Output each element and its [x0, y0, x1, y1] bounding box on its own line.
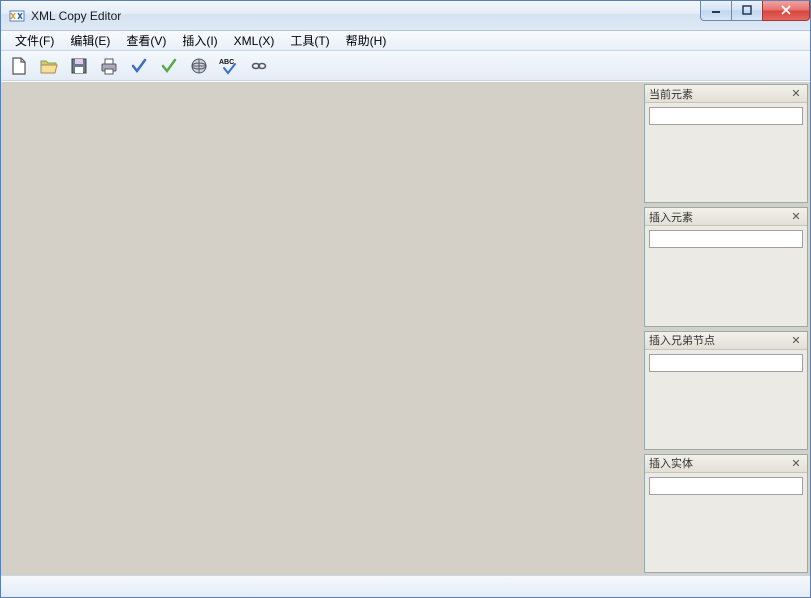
panel-close-button[interactable]: ✕	[789, 333, 803, 347]
print-icon	[99, 56, 119, 76]
app-icon	[9, 8, 25, 24]
insert-element-input[interactable]	[649, 230, 803, 248]
check-blue-icon	[129, 56, 149, 76]
menu-view[interactable]: 查看(V)	[118, 30, 174, 51]
insert-entity-input[interactable]	[649, 477, 803, 495]
side-panels: 当前元素 ✕ 插入元素 ✕ 插入兄弟节点 ✕	[642, 82, 810, 575]
maximize-icon	[742, 5, 752, 15]
minimize-icon	[711, 5, 721, 15]
panel-insert-entity: 插入实体 ✕	[644, 454, 808, 573]
window-controls	[701, 1, 810, 21]
validate-button[interactable]	[157, 54, 181, 78]
check-green-icon	[159, 56, 179, 76]
globe-icon	[189, 56, 209, 76]
panel-header-insert-entity[interactable]: 插入实体 ✕	[645, 455, 807, 473]
panel-close-button[interactable]: ✕	[789, 456, 803, 470]
panel-close-button[interactable]: ✕	[789, 87, 803, 101]
toolbar: ABC	[1, 51, 810, 81]
panel-title: 插入兄弟节点	[649, 332, 789, 348]
new-file-button[interactable]	[7, 54, 31, 78]
statusbar	[1, 575, 810, 597]
save-button[interactable]	[67, 54, 91, 78]
maximize-button[interactable]	[731, 1, 763, 21]
app-window: XML Copy Editor 文件(F) 编辑(E) 查看(V) 插入(I) …	[0, 0, 811, 598]
panel-insert-element: 插入元素 ✕	[644, 207, 808, 326]
print-button[interactable]	[97, 54, 121, 78]
spellcheck-icon: ABC	[218, 56, 240, 76]
menu-xml[interactable]: XML(X)	[226, 32, 283, 50]
panel-close-button[interactable]: ✕	[789, 210, 803, 224]
panel-body	[645, 226, 807, 325]
panel-header-insert-element[interactable]: 插入元素 ✕	[645, 208, 807, 226]
hyperlink-button[interactable]	[247, 54, 271, 78]
menu-file[interactable]: 文件(F)	[7, 30, 62, 51]
menu-insert[interactable]: 插入(I)	[174, 30, 225, 51]
save-icon	[69, 56, 89, 76]
svg-text:ABC: ABC	[219, 59, 234, 66]
link-icon	[249, 56, 269, 76]
menu-tools[interactable]: 工具(T)	[282, 30, 337, 51]
titlebar[interactable]: XML Copy Editor	[1, 1, 810, 31]
panel-body	[645, 473, 807, 572]
open-folder-icon	[39, 56, 59, 76]
content-area: 当前元素 ✕ 插入元素 ✕ 插入兄弟节点 ✕	[1, 81, 810, 575]
current-element-input[interactable]	[649, 107, 803, 125]
panel-title: 当前元素	[649, 86, 789, 102]
window-title: XML Copy Editor	[31, 9, 701, 23]
menubar: 文件(F) 编辑(E) 查看(V) 插入(I) XML(X) 工具(T) 帮助(…	[1, 31, 810, 51]
close-button[interactable]	[762, 1, 810, 21]
panel-title: 插入元素	[649, 209, 789, 225]
panel-body	[645, 350, 807, 449]
browser-preview-button[interactable]	[187, 54, 211, 78]
panel-insert-sibling: 插入兄弟节点 ✕	[644, 331, 808, 450]
panel-header-insert-sibling[interactable]: 插入兄弟节点 ✕	[645, 332, 807, 350]
panel-title: 插入实体	[649, 455, 789, 471]
new-file-icon	[9, 56, 29, 76]
editor-area[interactable]	[1, 82, 642, 575]
menu-help[interactable]: 帮助(H)	[338, 30, 395, 51]
close-icon	[781, 5, 791, 15]
panel-current-element: 当前元素 ✕	[644, 84, 808, 203]
menu-edit[interactable]: 编辑(E)	[62, 30, 118, 51]
minimize-button[interactable]	[700, 1, 732, 21]
open-file-button[interactable]	[37, 54, 61, 78]
spellcheck-button[interactable]: ABC	[217, 54, 241, 78]
panel-body	[645, 103, 807, 202]
panel-header-current-element[interactable]: 当前元素 ✕	[645, 85, 807, 103]
insert-sibling-input[interactable]	[649, 354, 803, 372]
check-wellformed-button[interactable]	[127, 54, 151, 78]
